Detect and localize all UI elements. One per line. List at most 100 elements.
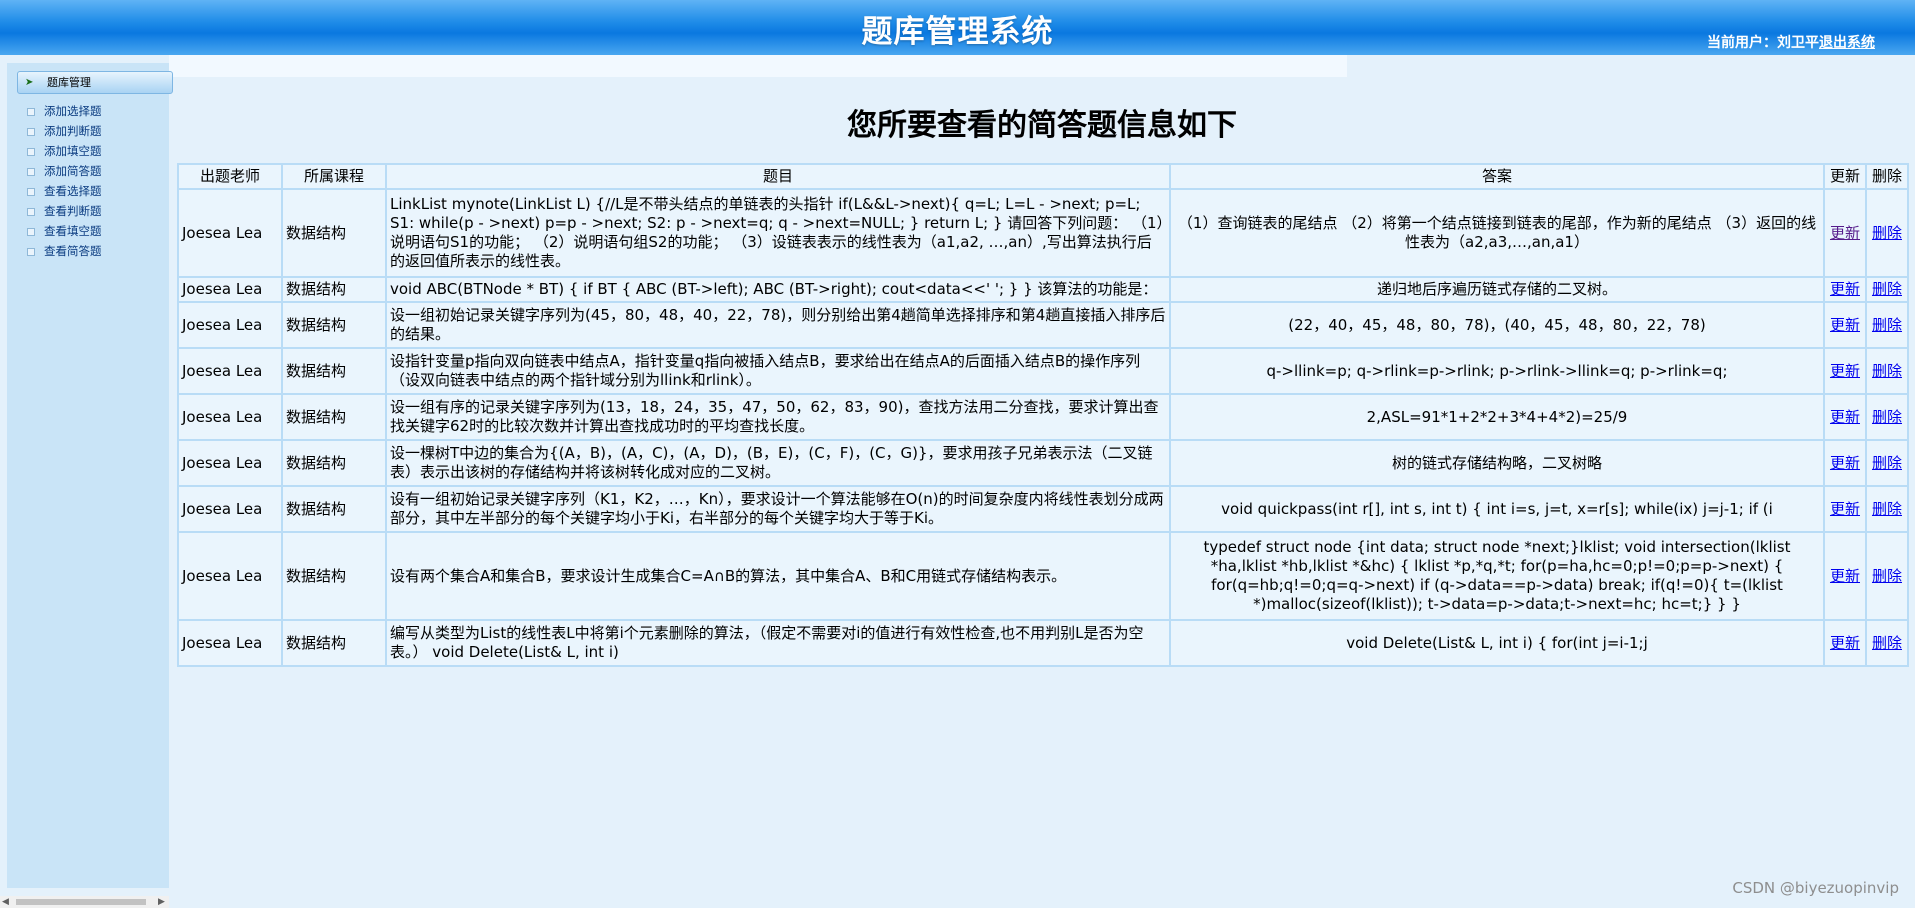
answer-cell: 2,ASL=91*1+2*2+3*4+4*2)=25/9 — [1169, 393, 1825, 441]
current-user-name: 刘卫平 — [1777, 35, 1819, 51]
course-cell: 数据结构 — [281, 531, 387, 621]
update-link[interactable]: 更新 — [1830, 408, 1860, 426]
sidebar-item-view-short[interactable]: 查看简答题 — [27, 241, 102, 261]
sidebar-item-label: 查看简答题 — [44, 244, 102, 258]
update-link[interactable]: 更新 — [1830, 454, 1860, 472]
question-cell: 设有两个集合A和集合B，要求设计生成集合C=A∩B的算法，其中集合A、B和C用链… — [385, 531, 1171, 621]
sidebar-item-label: 添加填空题 — [44, 144, 102, 158]
course-cell: 数据结构 — [281, 301, 387, 349]
user-bar: 当前用户：刘卫平退出系统 — [1707, 32, 1875, 52]
question-cell: 设一组初始记录关键字序列为(45，80，48，40，22，78)，则分别给出第4… — [385, 301, 1171, 349]
delete-link[interactable]: 删除 — [1872, 634, 1902, 652]
expand-arrow-icon: ➤ — [25, 77, 34, 88]
delete-link[interactable]: 删除 — [1872, 224, 1902, 242]
sidebar-item-add-short[interactable]: 添加简答题 — [27, 161, 102, 181]
teacher-cell: Joesea Lea — [177, 276, 283, 303]
course-cell: 数据结构 — [281, 485, 387, 533]
teacher-cell: Joesea Lea — [177, 439, 283, 487]
bullet-icon — [27, 207, 35, 216]
scroll-right-icon[interactable]: ▶ — [158, 896, 165, 908]
page-title: 您所要查看的简答题信息如下 — [847, 108, 1237, 143]
update-link[interactable]: 更新 — [1830, 500, 1860, 518]
column-header-update: 更新 — [1823, 163, 1867, 190]
update-link[interactable]: 更新 — [1830, 567, 1860, 585]
table-row: Joesea Lea 数据结构 设一组初始记录关键字序列为(45，80，48，4… — [177, 301, 1909, 349]
bullet-icon — [27, 107, 35, 116]
column-header-teacher: 出题老师 — [177, 163, 283, 190]
sidebar-group-label: 题库管理 — [47, 76, 91, 89]
update-link[interactable]: 更新 — [1830, 362, 1860, 380]
current-user-label: 当前用户： — [1707, 35, 1777, 51]
logout-link[interactable]: 退出系统 — [1819, 35, 1875, 51]
teacher-cell: Joesea Lea — [177, 393, 283, 441]
sidebar-item-view-choice[interactable]: 查看选择题 — [27, 181, 102, 201]
teacher-cell: Joesea Lea — [177, 531, 283, 621]
delete-link[interactable]: 删除 — [1872, 280, 1902, 298]
answer-cell: typedef struct node {int data; struct no… — [1169, 531, 1825, 621]
delete-link[interactable]: 删除 — [1872, 500, 1902, 518]
answer-cell: （1）查询链表的尾结点 （2）将第一个结点链接到链表的尾部，作为新的尾结点 （3… — [1169, 188, 1825, 278]
column-header-question: 题目 — [385, 163, 1171, 190]
bullet-icon — [27, 247, 35, 256]
app-title: 题库管理系统 — [861, 14, 1054, 50]
bullet-icon — [27, 167, 35, 176]
sidebar-item-view-fill[interactable]: 查看填空题 — [27, 221, 102, 241]
table-row: Joesea Lea 数据结构 LinkList mynote(LinkList… — [177, 188, 1909, 278]
course-cell: 数据结构 — [281, 188, 387, 278]
teacher-cell: Joesea Lea — [177, 301, 283, 349]
course-cell: 数据结构 — [281, 619, 387, 667]
sidebar-item-label: 查看判断题 — [44, 204, 102, 218]
sidebar-scrollbar[interactable]: ◀ ▶ — [0, 896, 169, 908]
bullet-icon — [27, 147, 35, 156]
answer-cell: (22，40，45，48，80，78)，(40，45，48，80，22，78) — [1169, 301, 1825, 349]
update-link[interactable]: 更新 — [1830, 634, 1860, 652]
table-row: Joesea Lea 数据结构 设一棵树T中边的集合为{(A，B)，(A，C)，… — [177, 439, 1909, 487]
delete-link[interactable]: 删除 — [1872, 316, 1902, 334]
answer-cell: q->llink=p; q->rlink=p->rlink; p->rlink-… — [1169, 347, 1825, 395]
update-link[interactable]: 更新 — [1830, 280, 1860, 298]
scroll-left-icon[interactable]: ◀ — [2, 896, 9, 908]
sidebar-item-label: 查看填空题 — [44, 224, 102, 238]
update-link[interactable]: 更新 — [1830, 224, 1860, 242]
bullet-icon — [27, 187, 35, 196]
sidebar: ➤ 题库管理 添加选择题 添加判断题 添加填空题 添加简答题 查看选择题 查看判… — [7, 63, 173, 888]
answer-cell: 树的链式存储结构略，二叉树略 — [1169, 439, 1825, 487]
watermark: CSDN @biyezuopinvip — [1732, 879, 1899, 897]
question-cell: 设指针变量p指向双向链表中结点A，指针变量q指向被插入结点B，要求给出在结点A的… — [385, 347, 1171, 395]
column-header-answer: 答案 — [1169, 163, 1825, 190]
course-cell: 数据结构 — [281, 439, 387, 487]
short-answer-table: 出题老师 所属课程 题目 答案 更新 删除 Joesea Lea 数据结构 Li… — [177, 163, 1909, 667]
answer-cell: void Delete(List& L, int i) { for(int j=… — [1169, 619, 1825, 667]
delete-link[interactable]: 删除 — [1872, 362, 1902, 380]
sidebar-item-add-choice[interactable]: 添加选择题 — [27, 101, 102, 121]
sidebar-item-add-judge[interactable]: 添加判断题 — [27, 121, 102, 141]
sidebar-item-label: 查看选择题 — [44, 184, 102, 198]
delete-link[interactable]: 删除 — [1872, 454, 1902, 472]
update-link[interactable]: 更新 — [1830, 316, 1860, 334]
teacher-cell: Joesea Lea — [177, 619, 283, 667]
table-row: Joesea Lea 数据结构 编写从类型为List的线性表L中将第i个元素删除… — [177, 619, 1909, 667]
table-row: Joesea Lea 数据结构 设有两个集合A和集合B，要求设计生成集合C=A∩… — [177, 531, 1909, 621]
table-row: Joesea Lea 数据结构 设一组有序的记录关键字序列为(13，18，24，… — [177, 393, 1909, 441]
sidebar-item-label: 添加选择题 — [44, 104, 102, 118]
course-cell: 数据结构 — [281, 347, 387, 395]
answer-cell: 递归地后序遍历链式存储的二叉树。 — [1169, 276, 1825, 303]
question-cell: 设有一组初始记录关键字序列（K1，K2，…，Kn），要求设计一个算法能够在O(n… — [385, 485, 1171, 533]
question-cell: 设一棵树T中边的集合为{(A，B)，(A，C)，(A，D)，(B，E)，(C，F… — [385, 439, 1171, 487]
sidebar-item-add-fill[interactable]: 添加填空题 — [27, 141, 102, 161]
table-row: Joesea Lea 数据结构 设有一组初始记录关键字序列（K1，K2，…，Kn… — [177, 485, 1909, 533]
question-cell: void ABC(BTNode * BT) { if BT { ABC (BT-… — [385, 276, 1171, 303]
table-header-row: 出题老师 所属课程 题目 答案 更新 删除 — [177, 163, 1909, 190]
sidebar-group-question-bank[interactable]: ➤ 题库管理 — [17, 71, 173, 94]
delete-link[interactable]: 删除 — [1872, 408, 1902, 426]
scrollbar-thumb[interactable] — [16, 899, 146, 905]
sidebar-item-view-judge[interactable]: 查看判断题 — [27, 201, 102, 221]
course-cell: 数据结构 — [281, 276, 387, 303]
table-row: Joesea Lea 数据结构 设指针变量p指向双向链表中结点A，指针变量q指向… — [177, 347, 1909, 395]
sidebar-item-label: 添加简答题 — [44, 164, 102, 178]
course-cell: 数据结构 — [281, 393, 387, 441]
table-row: Joesea Lea 数据结构 void ABC(BTNode * BT) { … — [177, 276, 1909, 303]
question-cell: LinkList mynote(LinkList L) {//L是不带头结点的单… — [385, 188, 1171, 278]
content-top-strip — [169, 55, 1347, 77]
delete-link[interactable]: 删除 — [1872, 567, 1902, 585]
